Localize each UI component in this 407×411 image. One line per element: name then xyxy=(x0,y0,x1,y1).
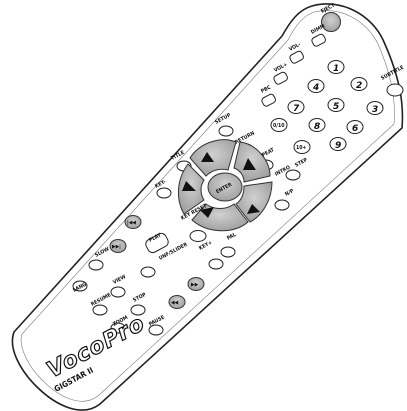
num-6-label: 6 xyxy=(352,124,358,134)
num-0-10-button[interactable]: 0/10 xyxy=(270,118,288,132)
fast-forward-icon: ▶▶ xyxy=(191,282,199,288)
num-3-button[interactable]: 3 xyxy=(366,101,384,116)
num-4-button[interactable]: 4 xyxy=(307,79,325,94)
remote-control-illustration: EJECT DIMM VOL- VOL+ PBC SUBTITLE 1 2 3 … xyxy=(0,0,407,411)
prev-track-icon: |◀◀ xyxy=(127,220,136,226)
setup-button[interactable] xyxy=(218,125,234,137)
num-8-label: 8 xyxy=(314,122,320,132)
enter-button[interactable]: ENTER xyxy=(207,172,243,202)
num-1-label: 1 xyxy=(333,64,339,74)
num-8-button[interactable]: 8 xyxy=(308,118,326,133)
num-10plus-label: 10+ xyxy=(296,145,306,151)
num-3-label: 3 xyxy=(372,105,378,115)
num-5-button[interactable]: 5 xyxy=(327,98,345,113)
num-5-label: 5 xyxy=(333,102,339,112)
num-6-button[interactable]: 6 xyxy=(346,120,364,135)
next-track-icon: ▶▶| xyxy=(112,244,121,250)
num-10plus-button[interactable]: 10+ xyxy=(293,140,311,154)
fast-forward-button[interactable]: ▶▶ xyxy=(187,277,205,291)
prev-track-button[interactable]: |◀◀ xyxy=(124,215,142,229)
num-2-label: 2 xyxy=(356,81,362,91)
unf-slider-button[interactable] xyxy=(140,266,156,278)
next-track-button[interactable]: ▶▶| xyxy=(109,239,127,253)
rewind-button[interactable]: ◀◀ xyxy=(168,295,186,309)
num-9-button[interactable]: 9 xyxy=(329,137,347,152)
num-4-label: 4 xyxy=(312,83,319,93)
step-button[interactable] xyxy=(285,169,301,181)
rewind-icon: ◀◀ xyxy=(171,300,179,306)
num-9-label: 9 xyxy=(335,141,341,151)
num-1-button[interactable]: 1 xyxy=(327,60,345,75)
num-7-label: 7 xyxy=(293,104,300,114)
num-7-button[interactable]: 7 xyxy=(287,100,305,115)
num-0-10-label: 0/10 xyxy=(273,123,285,129)
remote-svg: EJECT DIMM VOL- VOL+ PBC SUBTITLE 1 2 3 … xyxy=(11,2,405,411)
num-2-button[interactable]: 2 xyxy=(350,77,368,92)
